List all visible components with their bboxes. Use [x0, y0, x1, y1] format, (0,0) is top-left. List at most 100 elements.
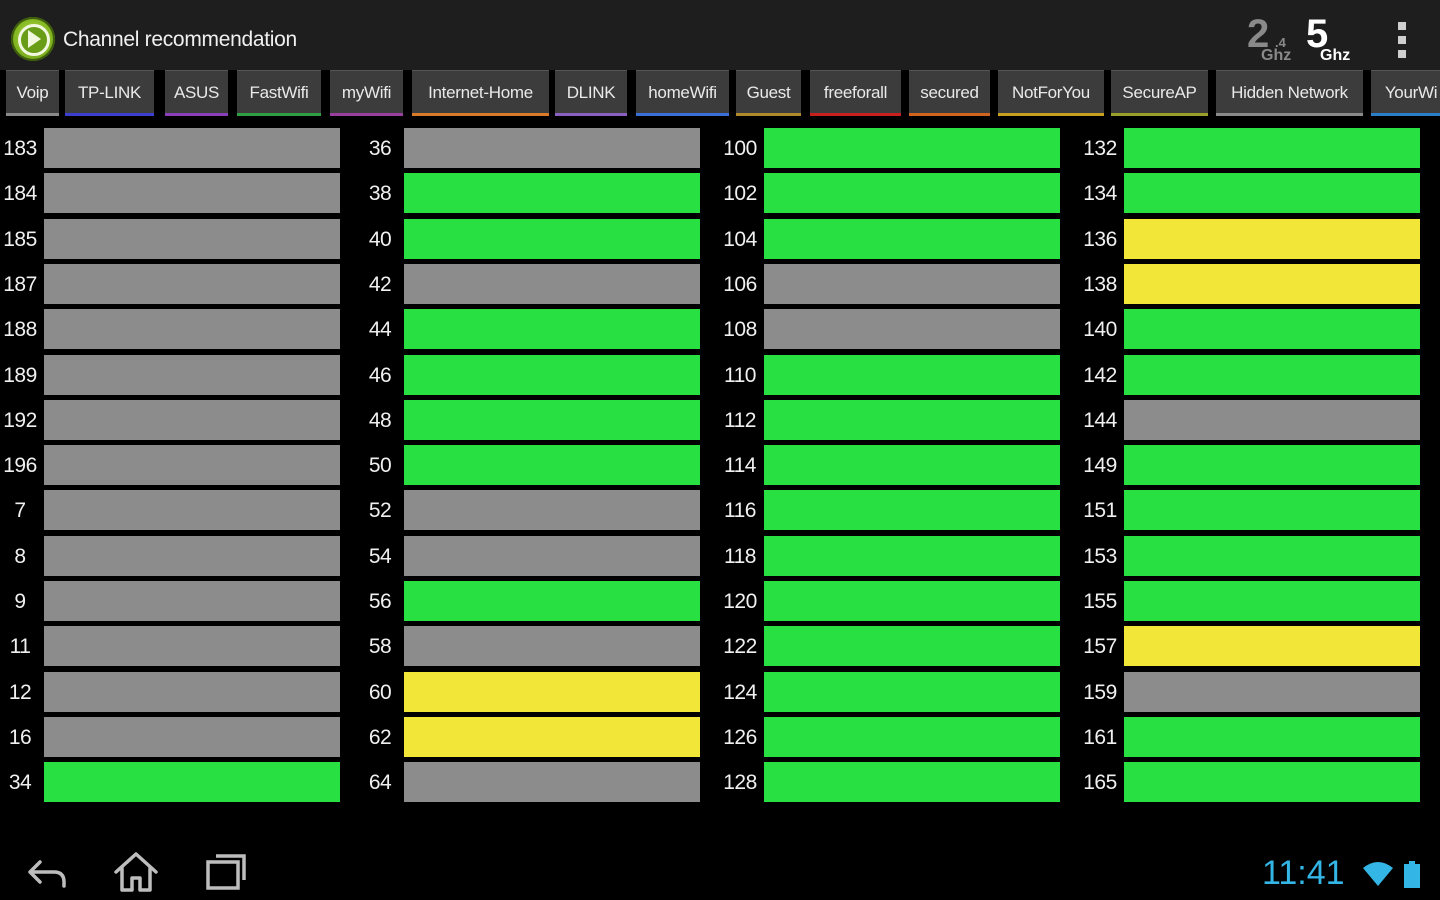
channel-row[interactable]: 144: [1080, 398, 1440, 443]
channel-row[interactable]: 155: [1080, 579, 1440, 624]
channel-row[interactable]: 128: [720, 760, 1080, 805]
channel-number: 36: [368, 137, 392, 160]
channel-number: 106: [723, 273, 757, 296]
network-tab[interactable]: DLINK: [555, 70, 627, 116]
clock: 11:41: [1262, 854, 1345, 892]
channel-row[interactable]: 183: [0, 126, 360, 171]
channel-row[interactable]: 48: [360, 398, 720, 443]
channel-number: 54: [368, 545, 392, 568]
channel-row[interactable]: 184: [0, 171, 360, 216]
channel-row[interactable]: 126: [720, 715, 1080, 760]
channel-row[interactable]: 114: [720, 443, 1080, 488]
band-2-4ghz-toggle[interactable]: 2 .4 Ghz: [1247, 12, 1299, 64]
channel-row[interactable]: 11: [0, 624, 360, 669]
channel-row[interactable]: 56: [360, 579, 720, 624]
channel-row[interactable]: 157: [1080, 624, 1440, 669]
channel-number: 116: [724, 499, 756, 522]
channel-row[interactable]: 62: [360, 715, 720, 760]
network-tab[interactable]: Hidden Network: [1216, 70, 1363, 116]
home-icon[interactable]: [106, 848, 166, 896]
network-tab[interactable]: ASUS: [165, 70, 228, 116]
channel-row[interactable]: 100: [720, 126, 1080, 171]
channel-row[interactable]: 7: [0, 488, 360, 533]
channel-quality-bar: [404, 581, 700, 621]
channel-quality-bar: [1124, 626, 1420, 666]
network-tab[interactable]: myWifi: [330, 70, 403, 116]
channel-row[interactable]: 116: [720, 488, 1080, 533]
overflow-menu-icon[interactable]: [1388, 20, 1416, 60]
back-icon[interactable]: [16, 848, 76, 896]
channel-number: 60: [368, 681, 392, 704]
channel-row[interactable]: 64: [360, 760, 720, 805]
channel-number: 38: [368, 182, 392, 205]
channel-row[interactable]: 36: [360, 126, 720, 171]
channel-row[interactable]: 52: [360, 488, 720, 533]
channel-row[interactable]: 112: [720, 398, 1080, 443]
band-5ghz-toggle[interactable]: 5 Ghz: [1306, 12, 1358, 64]
channel-row[interactable]: 60: [360, 670, 720, 715]
channel-row[interactable]: 106: [720, 262, 1080, 307]
channel-row[interactable]: 142: [1080, 353, 1440, 398]
recent-apps-icon[interactable]: [196, 848, 256, 896]
channel-row[interactable]: 46: [360, 353, 720, 398]
channel-number: 196: [3, 454, 37, 477]
network-tab[interactable]: secured: [909, 70, 990, 116]
channel-row[interactable]: 136: [1080, 217, 1440, 262]
channel-row[interactable]: 8: [0, 534, 360, 579]
channel-row[interactable]: 151: [1080, 488, 1440, 533]
channel-row[interactable]: 102: [720, 171, 1080, 216]
channel-row[interactable]: 138: [1080, 262, 1440, 307]
channel-row[interactable]: 149: [1080, 443, 1440, 488]
channel-row[interactable]: 38: [360, 171, 720, 216]
channel-row[interactable]: 122: [720, 624, 1080, 669]
channel-row[interactable]: 110: [720, 353, 1080, 398]
channel-column: 132 134 136 138 140 142 144 149 151 153 155 157 159 1…: [1080, 126, 1440, 806]
network-tab[interactable]: YourWi: [1371, 70, 1440, 116]
network-tab[interactable]: FastWifi: [237, 70, 321, 116]
channel-row[interactable]: 9: [0, 579, 360, 624]
app-title: Channel recommendation: [63, 28, 297, 51]
channel-row[interactable]: 118: [720, 534, 1080, 579]
channel-row[interactable]: 34: [0, 760, 360, 805]
channel-number: 50: [368, 454, 392, 477]
channel-row[interactable]: 54: [360, 534, 720, 579]
channel-row[interactable]: 12: [0, 670, 360, 715]
channel-row[interactable]: 104: [720, 217, 1080, 262]
channel-row[interactable]: 185: [0, 217, 360, 262]
network-tab[interactable]: Guest: [736, 70, 801, 116]
channel-row[interactable]: 40: [360, 217, 720, 262]
channel-row[interactable]: 134: [1080, 171, 1440, 216]
channel-quality-bar: [764, 490, 1060, 530]
channel-row[interactable]: 16: [0, 715, 360, 760]
channel-row[interactable]: 165: [1080, 760, 1440, 805]
channel-row[interactable]: 44: [360, 307, 720, 352]
channel-row[interactable]: 161: [1080, 715, 1440, 760]
channel-row[interactable]: 187: [0, 262, 360, 307]
channel-row[interactable]: 192: [0, 398, 360, 443]
channel-row[interactable]: 188: [0, 307, 360, 352]
channel-row[interactable]: 58: [360, 624, 720, 669]
channel-row[interactable]: 159: [1080, 670, 1440, 715]
channel-row[interactable]: 196: [0, 443, 360, 488]
network-tab[interactable]: Voip: [6, 70, 59, 116]
channel-quality-bar: [44, 173, 340, 213]
network-tab[interactable]: TP-LINK: [65, 70, 154, 116]
channel-row[interactable]: 189: [0, 353, 360, 398]
channel-number: 56: [368, 590, 392, 613]
channel-row[interactable]: 42: [360, 262, 720, 307]
channel-row[interactable]: 140: [1080, 307, 1440, 352]
channel-row[interactable]: 153: [1080, 534, 1440, 579]
channel-row[interactable]: 120: [720, 579, 1080, 624]
channel-row[interactable]: 124: [720, 670, 1080, 715]
channel-quality-bar: [764, 762, 1060, 802]
network-tab[interactable]: SecureAP: [1111, 70, 1208, 116]
channel-quality-bar: [44, 128, 340, 168]
app-logo-icon[interactable]: [11, 17, 55, 61]
network-tab[interactable]: NotForYou: [998, 70, 1104, 116]
network-tab[interactable]: Internet-Home: [412, 70, 549, 116]
channel-row[interactable]: 108: [720, 307, 1080, 352]
network-tab[interactable]: freeforall: [810, 70, 901, 116]
network-tab[interactable]: homeWifi: [636, 70, 729, 116]
channel-row[interactable]: 132: [1080, 126, 1440, 171]
channel-row[interactable]: 50: [360, 443, 720, 488]
